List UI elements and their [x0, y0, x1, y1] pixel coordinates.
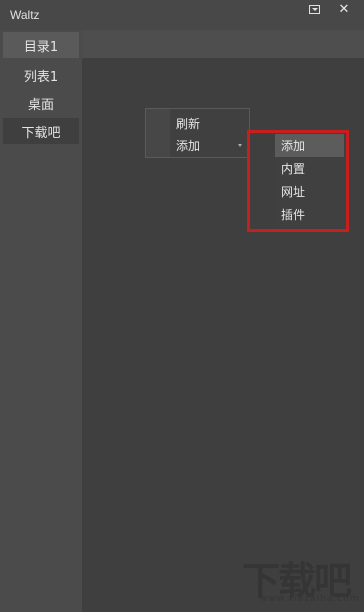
submenu-item-label: 插件	[281, 208, 306, 222]
sidebar-item-download[interactable]: 下载吧	[3, 118, 79, 144]
sidebar: 目录1 列表1 桌面 下载吧	[0, 30, 82, 612]
context-menu-item-refresh[interactable]: 刷新	[170, 112, 250, 134]
sidebar-item-list1[interactable]: 列表1	[3, 62, 79, 88]
close-button[interactable]: ✕	[330, 0, 358, 18]
submenu-item-label: 添加	[281, 139, 306, 153]
submenu-item-add[interactable]: 添加	[275, 134, 344, 157]
window-title: Waltz	[10, 8, 40, 22]
context-menu-item-label: 添加	[176, 138, 201, 153]
submenu-arrow-icon	[238, 144, 242, 147]
submenu-item-url[interactable]: 网址	[275, 180, 344, 203]
submenu-item-plugin[interactable]: 插件	[275, 203, 344, 226]
context-menu-item-add[interactable]: 添加	[170, 134, 250, 156]
close-icon: ✕	[338, 1, 350, 17]
menu-dropdown-button[interactable]	[300, 0, 328, 18]
sidebar-item-directory1[interactable]: 目录1	[3, 32, 79, 58]
dropdown-box-icon	[308, 4, 320, 14]
sidebar-item-label: 目录1	[23, 39, 59, 55]
add-submenu: 添加 内置 网址 插件	[275, 134, 344, 226]
context-menu-item-label: 刷新	[176, 116, 201, 131]
submenu-item-label: 网址	[281, 185, 306, 199]
watermark-logo: 下载吧 www.xiazaiba.com	[232, 550, 364, 612]
context-menu-icon-gutter	[146, 109, 170, 157]
watermark-url: www.xiazaiba.com	[260, 594, 360, 604]
tab-strip	[82, 30, 364, 58]
title-bar[interactable]: Waltz ✕	[0, 0, 364, 30]
sidebar-item-label: 桌面	[27, 97, 54, 113]
sidebar-item-label: 下载吧	[21, 125, 61, 141]
context-menu: 刷新 添加	[145, 108, 250, 158]
sidebar-item-label: 列表1	[23, 69, 59, 85]
submenu-item-label: 内置	[281, 162, 306, 176]
submenu-item-builtin[interactable]: 内置	[275, 157, 344, 180]
app-window: Waltz ✕ 目录1 列表1 桌面 下载吧 刷新 添加 添加 内置 网址 插件…	[0, 0, 364, 612]
sidebar-item-desktop[interactable]: 桌面	[3, 90, 79, 116]
